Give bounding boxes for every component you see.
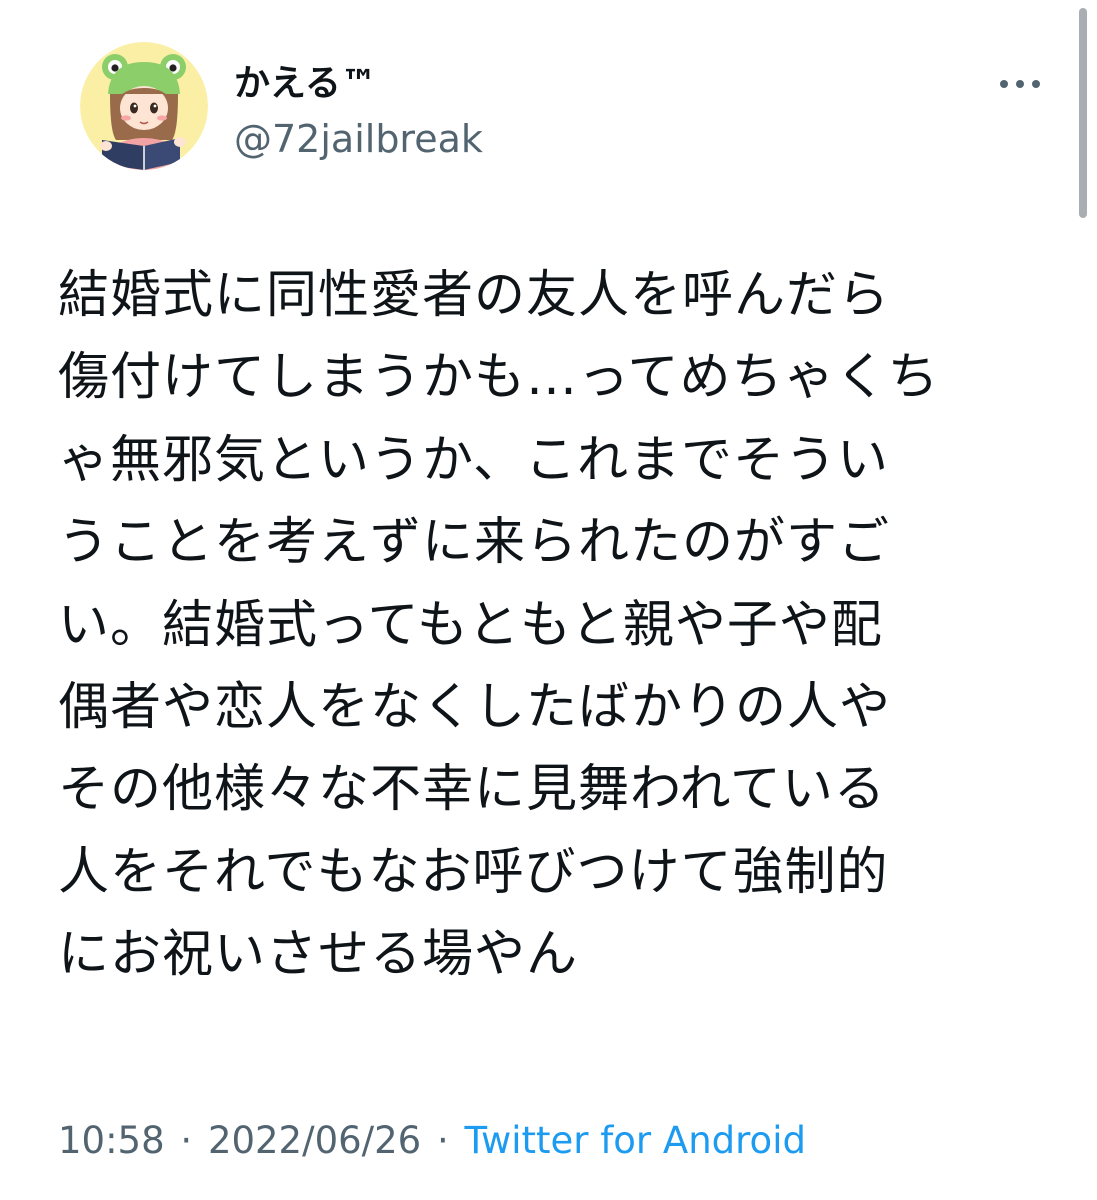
meta-separator: · [436,1119,449,1162]
tweet-text-line: その他様々な不幸に見舞われている [58,760,886,820]
more-options-button[interactable] [990,64,1050,104]
more-horizontal-icon [1000,80,1040,88]
tweet-date[interactable]: 2022/06/26 [208,1119,421,1162]
scrollbar-thumb[interactable] [1079,8,1087,218]
frog-hat-girl-avatar-icon [80,42,208,170]
tweet-text-line: ゃ無邪気というか、これまでそうい [58,430,889,490]
author-display-name[interactable]: かえる™ [234,62,377,106]
scrollbar[interactable] [1076,0,1090,222]
avatar[interactable] [80,42,208,170]
tweet-text-line: にお祝いさせる場やん [58,925,579,985]
tweet-text-line: うことを考えずに来られたのがすご [58,513,891,573]
author-handle[interactable]: @72jailbreak [234,116,483,162]
tweet-source-link[interactable]: Twitter for Android [465,1119,806,1162]
tweet-text-line: い。結婚式ってもともと親や子や配 [58,595,883,655]
tweet-text: 結婚式に同性愛者の友人を呼んだら 傷付けてしまうかも…ってめちゃくち ゃ無邪気と… [58,255,1048,997]
tweet-card: かえる™ @72jailbreak 結婚式に同性愛者の友人を呼んだら 傷付けてし… [0,0,1097,1200]
tweet-text-line: 偶者や恋人をなくしたばかりの人や [58,678,892,738]
tweet-meta: 10:58 · 2022/06/26 · Twitter for Android [58,1116,806,1166]
tweet-text-line: 人をそれでもなお呼びつけて強制的 [58,842,889,902]
tweet-text-line: 傷付けてしまうかも…ってめちゃくち [58,348,940,408]
meta-separator: · [180,1119,193,1162]
tweet-text-line: 結婚式に同性愛者の友人を呼んだら [58,266,891,325]
tweet-time[interactable]: 10:58 [58,1119,165,1162]
